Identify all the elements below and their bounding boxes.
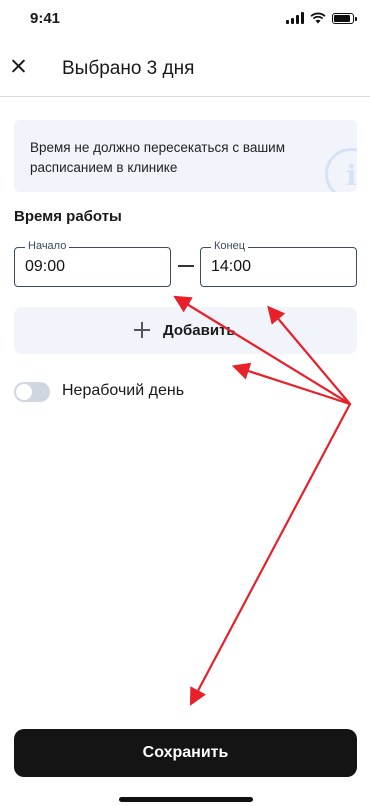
close-icon[interactable] — [8, 56, 28, 76]
info-banner: Время не должно пересекаться с вашим рас… — [14, 120, 357, 192]
plus-icon — [134, 322, 150, 338]
status-icons — [286, 12, 357, 24]
range-dash — [178, 265, 194, 267]
day-off-toggle[interactable] — [14, 382, 50, 402]
header: Выбрано 3 дня — [0, 46, 370, 97]
battery-icon — [332, 12, 357, 24]
section-title: Время работы — [14, 208, 122, 225]
status-time: 9:41 — [30, 10, 61, 27]
home-indicator — [119, 797, 253, 802]
day-off-label: Нерабочий день — [62, 382, 185, 399]
wifi-icon — [310, 12, 326, 24]
status-bar: 9:41 — [0, 0, 370, 40]
info-text: Время не должно пересекаться с вашим рас… — [30, 140, 286, 175]
save-button[interactable]: Сохранить — [14, 729, 357, 777]
annotation-arrow — [189, 402, 352, 706]
end-time-input[interactable] — [211, 258, 341, 276]
start-time-label: Начало — [25, 240, 70, 252]
add-button-label: Добавить — [163, 322, 236, 339]
add-button[interactable]: Добавить — [14, 307, 357, 354]
end-time-label: Конец — [211, 240, 249, 252]
start-time-input[interactable] — [25, 258, 155, 276]
start-time-field[interactable]: Начало — [14, 240, 171, 287]
signal-icon — [286, 12, 304, 24]
page-title: Выбрано 3 дня — [62, 58, 195, 79]
end-time-field[interactable]: Конец — [200, 240, 357, 287]
info-icon: i — [325, 148, 357, 192]
annotation-arrow — [231, 362, 352, 406]
